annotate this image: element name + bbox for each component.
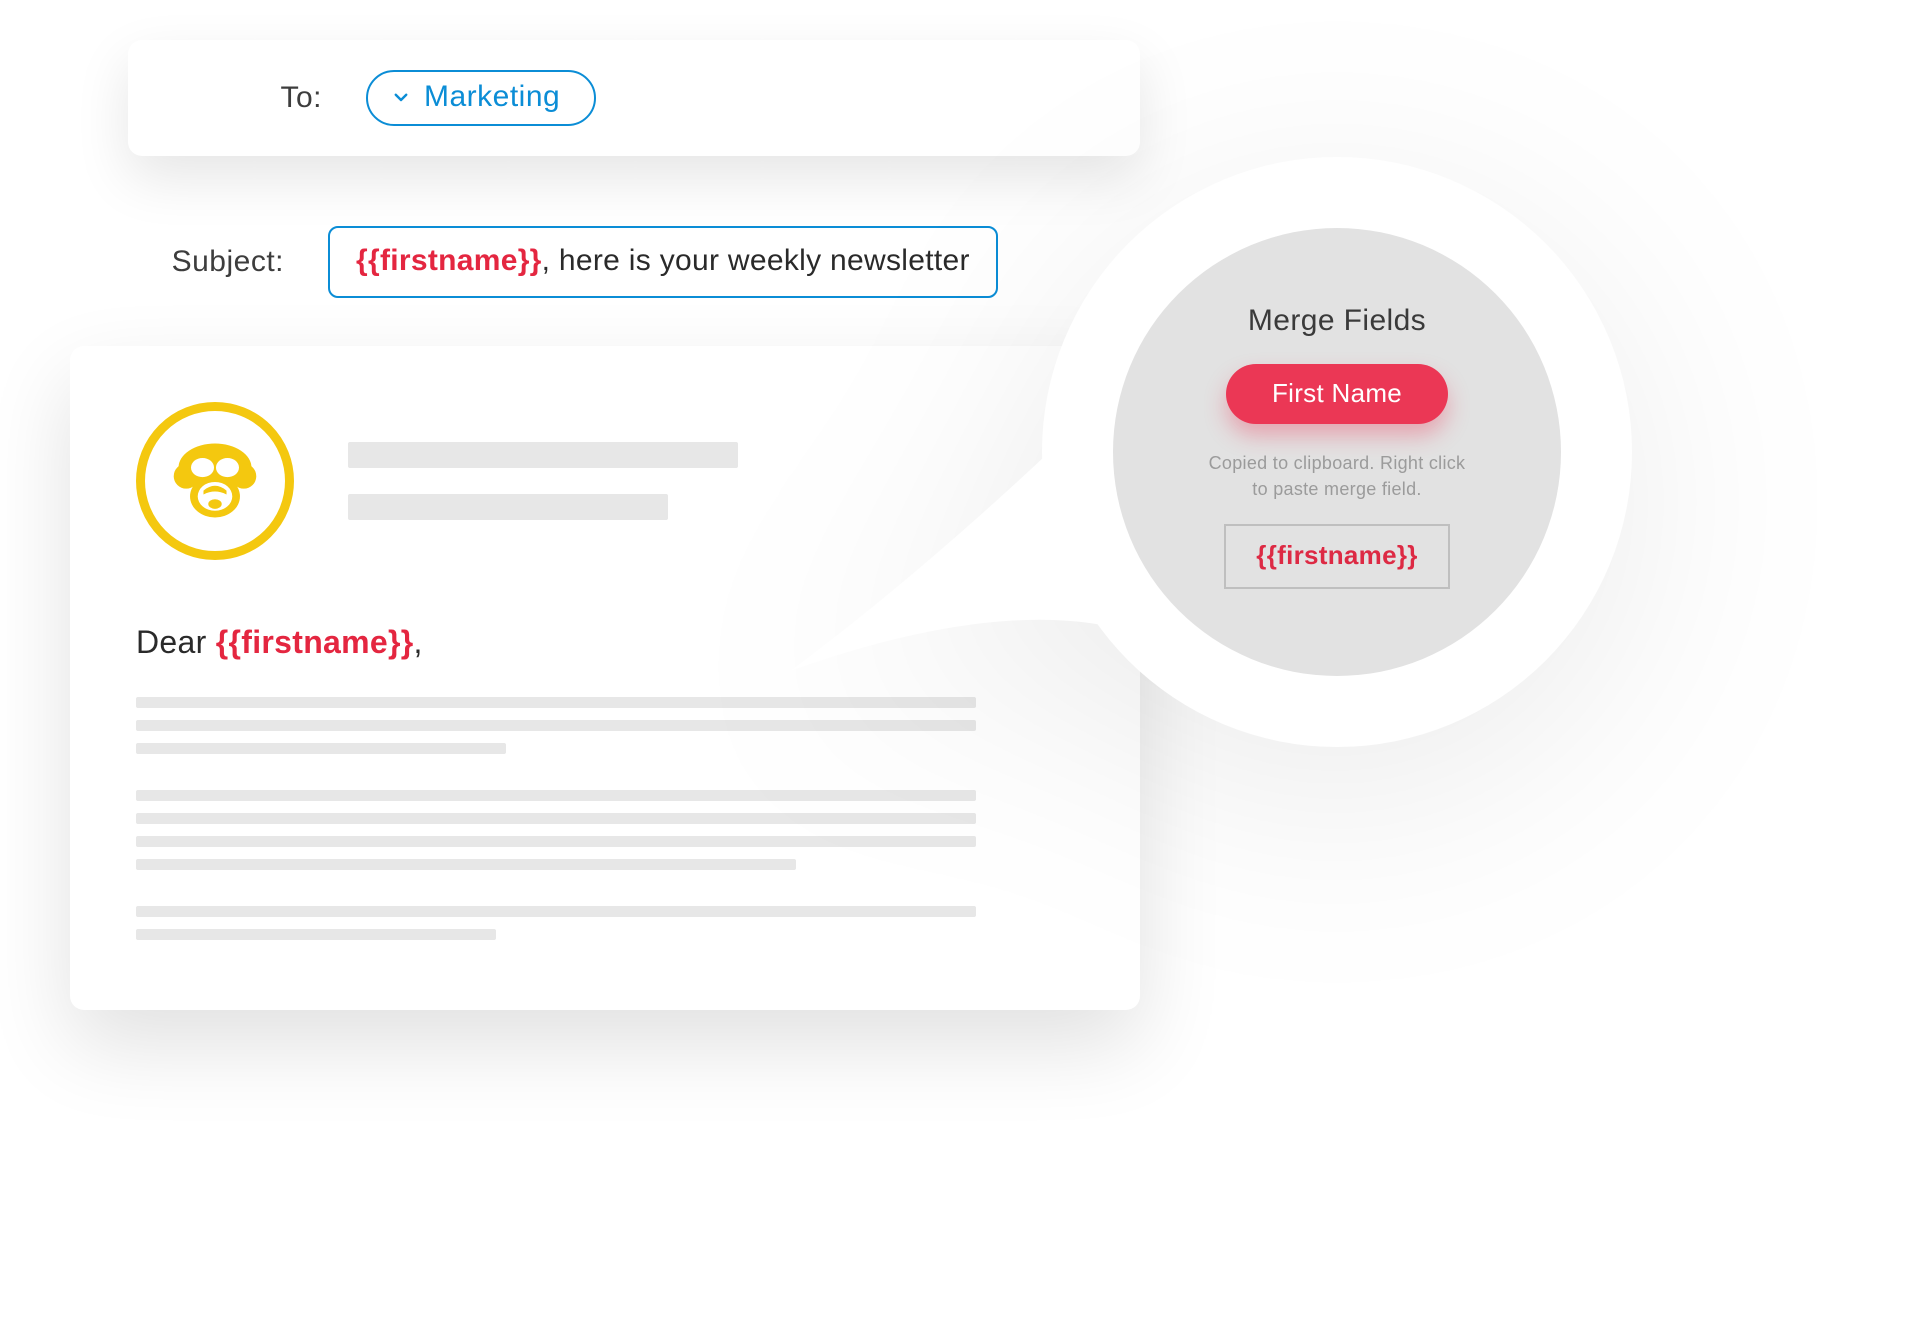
- subject-merge-token: {{firstname}}: [356, 244, 542, 277]
- to-label: To:: [166, 81, 366, 115]
- placeholder-line: [348, 442, 738, 468]
- to-row: To: Marketing: [128, 40, 1140, 156]
- to-recipient-label: Marketing: [424, 80, 560, 114]
- header-placeholder-lines: [348, 442, 738, 520]
- monkey-logo-icon: [136, 402, 294, 560]
- placeholder-line: [136, 743, 506, 754]
- greeting-prefix: Dear: [136, 624, 216, 660]
- merge-fields-title: Merge Fields: [1248, 304, 1426, 338]
- greeting-suffix: ,: [414, 624, 423, 660]
- placeholder-line: [348, 494, 668, 520]
- placeholder-line: [136, 859, 796, 870]
- merge-fields-callout: Merge Fields First Name Copied to clipbo…: [792, 150, 1632, 920]
- placeholder-line: [136, 929, 496, 940]
- chevron-down-icon: [392, 88, 410, 106]
- first-name-button[interactable]: First Name: [1226, 364, 1448, 424]
- clipboard-hint: Copied to clipboard. Right click to past…: [1209, 450, 1466, 502]
- to-recipient-chip[interactable]: Marketing: [366, 70, 596, 126]
- subject-label: Subject:: [128, 245, 328, 279]
- greeting-merge-token: {{firstname}}: [216, 624, 414, 660]
- merge-field-code[interactable]: {{firstname}}: [1224, 524, 1449, 589]
